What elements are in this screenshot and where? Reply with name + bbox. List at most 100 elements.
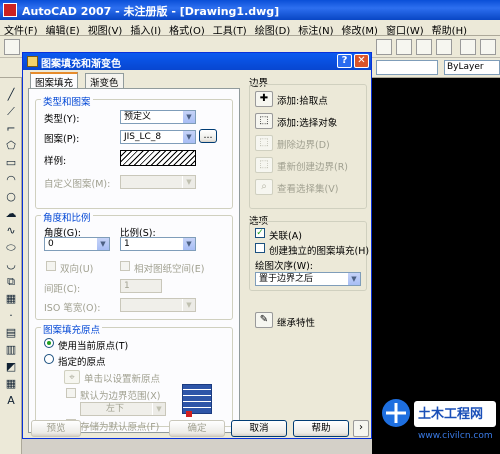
more-options-button[interactable]: ›: [353, 420, 369, 437]
insert-block-tool-icon[interactable]: ⧉: [4, 275, 18, 288]
calculator-icon[interactable]: [460, 39, 476, 55]
menu-help[interactable]: 帮助(H): [428, 20, 471, 37]
arc-tool-icon[interactable]: ◠: [4, 173, 18, 186]
draw-order-label: 绘图次序(W):: [255, 261, 314, 272]
type-select[interactable]: 预定义 ▼: [120, 110, 196, 124]
preview-button[interactable]: 预览: [31, 420, 81, 437]
spacing-input[interactable]: 1: [120, 279, 162, 293]
spline-tool-icon[interactable]: ∿: [4, 224, 18, 237]
menu-edit[interactable]: 编辑(E): [42, 20, 84, 37]
designcenter-icon[interactable]: [416, 39, 432, 55]
chevron-down-icon: ▼: [96, 238, 109, 250]
view-selections-label[interactable]: 查看选择集(V): [277, 181, 338, 195]
tab-gradient[interactable]: 渐变色: [85, 73, 124, 89]
extent-position-select[interactable]: 左下 ▼: [80, 402, 166, 416]
make-block-tool-icon[interactable]: ▦: [4, 292, 18, 305]
menu-window[interactable]: 窗口(W): [382, 20, 428, 37]
inherit-properties-icon[interactable]: ✎: [255, 312, 273, 328]
autocad-logo-icon: [3, 3, 17, 17]
double-checkbox[interactable]: [46, 261, 56, 271]
associative-checkbox[interactable]: ✓: [255, 228, 265, 238]
custom-pattern-label: 自定义图案(M):: [44, 179, 111, 190]
ok-button[interactable]: 确定: [169, 420, 225, 437]
type-label: 类型(Y):: [44, 114, 80, 125]
text-style-icon[interactable]: [480, 39, 496, 55]
rectangle-tool-icon[interactable]: ▭: [4, 156, 18, 169]
default-extent-checkbox[interactable]: [66, 388, 76, 398]
properties-icon[interactable]: [396, 39, 412, 55]
iso-pen-select[interactable]: ▼: [120, 298, 196, 312]
brick-preview-icon: [182, 384, 212, 414]
view-selections-icon[interactable]: ⌕: [255, 179, 273, 195]
relative-paper-checkbox[interactable]: [120, 261, 130, 271]
close-caption-button[interactable]: ✕: [354, 54, 369, 68]
gradient-tool-icon[interactable]: ▥: [4, 343, 18, 356]
circle-tool-icon[interactable]: ○: [4, 190, 18, 203]
toolpalette-icon[interactable]: [436, 39, 452, 55]
color-dropdown[interactable]: ByLayer: [444, 60, 500, 75]
new-icon[interactable]: [4, 39, 20, 55]
hatch-tool-icon[interactable]: ▤: [4, 326, 18, 339]
separate-hatches-label: 创建独立的图案填充(H): [269, 246, 370, 257]
hatch-origin-title: 图案填充原点: [41, 322, 103, 336]
polygon-tool-icon[interactable]: ⬠: [4, 139, 18, 152]
dialog-title: 图案填充和渐变色: [23, 53, 371, 70]
pattern-swatch[interactable]: [120, 150, 196, 166]
menu-file[interactable]: 文件(F): [0, 20, 42, 37]
pattern-browse-button[interactable]: ...: [199, 129, 217, 143]
draw-toolbar: ╱ ⟋ ⌐ ⬠ ▭ ◠ ○ ☁ ∿ ⬭ ◡ ⧉ ▦ · ▤ ▥ ◩ ▦ A: [0, 78, 22, 454]
use-current-origin-radio[interactable]: [44, 338, 54, 348]
help-button[interactable]: 帮助: [293, 420, 349, 437]
select-objects-icon[interactable]: ⬚: [255, 113, 273, 129]
menu-draw[interactable]: 绘图(D): [251, 20, 295, 37]
relative-paper-label: 相对图纸空间(E): [134, 264, 205, 275]
menu-modify[interactable]: 修改(M): [338, 20, 382, 37]
default-extent-label: 默认为边界范围(X): [80, 391, 161, 402]
tab-hatch[interactable]: 图案填充: [30, 72, 79, 89]
menu-insert[interactable]: 插入(I): [126, 20, 165, 37]
draw-order-select[interactable]: 置于边界之后 ▼: [255, 272, 361, 286]
app-title: AutoCAD 2007 - 未注册版 - [Drawing1.dwg]: [0, 0, 500, 20]
add-select-objects-label[interactable]: 添加:选择对象: [277, 115, 337, 129]
pattern-select[interactable]: JIS_LC_8 ▼: [120, 130, 196, 144]
chevron-down-icon: ▼: [182, 176, 195, 188]
line-tool-icon[interactable]: ╱: [4, 88, 18, 101]
xline-tool-icon[interactable]: ⟋: [4, 105, 18, 118]
recreate-boundary-icon[interactable]: ⬚: [255, 157, 273, 173]
revcloud-tool-icon[interactable]: ☁: [4, 207, 18, 220]
custom-pattern-select[interactable]: ▼: [120, 175, 196, 189]
table-tool-icon[interactable]: ▦: [4, 377, 18, 390]
remove-boundaries-icon[interactable]: ⬚: [255, 135, 273, 151]
cancel-button[interactable]: 取消: [231, 420, 287, 437]
drawing-canvas[interactable]: 土木工程网 www.civilcn.com: [372, 78, 500, 454]
angle-select[interactable]: 0 ▼: [44, 237, 110, 251]
specified-origin-radio[interactable]: [44, 354, 54, 364]
recreate-boundary-label[interactable]: 重新创建边界(R): [277, 159, 348, 173]
origin-marker-icon: [186, 411, 192, 417]
separate-hatches-checkbox[interactable]: [255, 243, 265, 253]
layer-icon[interactable]: [376, 39, 392, 55]
menu-tools[interactable]: 工具(T): [209, 20, 251, 37]
iso-pen-label: ISO 笔宽(O):: [44, 303, 101, 314]
add-pick-points-label[interactable]: 添加:拾取点: [277, 93, 328, 107]
svg-text:土木工程网: 土木工程网: [418, 406, 483, 422]
point-tool-icon[interactable]: ·: [4, 309, 18, 322]
help-caption-button[interactable]: ?: [337, 54, 352, 68]
menu-view[interactable]: 视图(V): [84, 20, 127, 37]
hatch-dialog: 图案填充和渐变色 ? ✕ 图案填充 渐变色 类型和图案 类型(Y): 预定义 ▼ …: [22, 52, 372, 439]
sample-label: 样例:: [44, 156, 67, 167]
mtext-tool-icon[interactable]: A: [4, 394, 18, 407]
remove-boundaries-label[interactable]: 删除边界(D): [277, 137, 330, 151]
scale-select[interactable]: 1 ▼: [120, 237, 196, 251]
set-origin-icon[interactable]: ⌖: [64, 370, 80, 384]
menu-format[interactable]: 格式(O): [165, 20, 209, 37]
ellipse-arc-tool-icon[interactable]: ◡: [4, 258, 18, 271]
region-tool-icon[interactable]: ◩: [4, 360, 18, 373]
ellipse-tool-icon[interactable]: ⬭: [4, 241, 18, 254]
menu-dimension[interactable]: 标注(N): [294, 20, 337, 37]
inherit-properties-label[interactable]: 继承特性: [277, 315, 315, 329]
layer-dropdown[interactable]: [376, 60, 438, 75]
pick-points-icon[interactable]: ✚: [255, 91, 273, 107]
polyline-tool-icon[interactable]: ⌐: [4, 122, 18, 135]
associative-label: 关联(A): [269, 231, 302, 242]
